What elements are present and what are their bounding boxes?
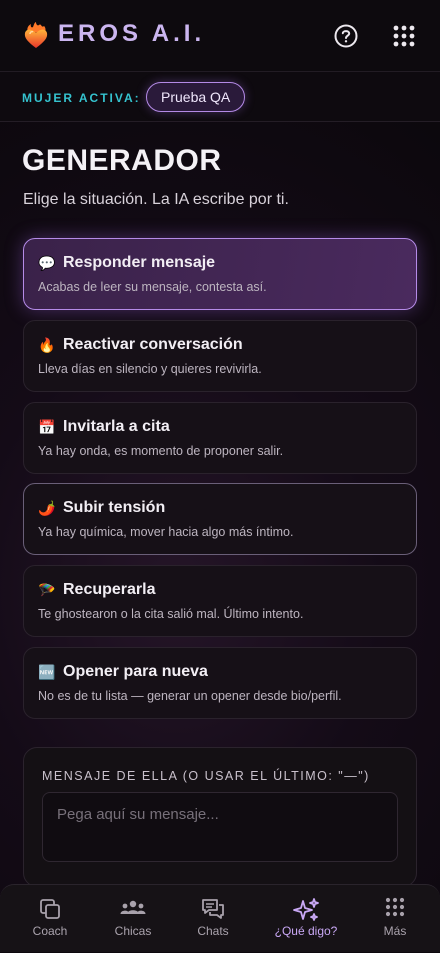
situation-title: Opener para nueva — [63, 663, 208, 680]
page-subtitle: Elige la situación. La IA escribe por ti… — [23, 191, 289, 208]
chili-pepper-icon: 🌶️ — [38, 500, 56, 516]
fire-icon: 🔥 — [38, 337, 56, 353]
active-woman-bar: MUJER ACTIVA: Prueba QA — [0, 72, 440, 122]
her-message-input[interactable] — [42, 792, 398, 862]
more-grid-icon — [385, 897, 405, 917]
app-title: EROS A.I. — [58, 20, 206, 47]
situation-description: Ya hay onda, es momento de proponer sali… — [38, 444, 284, 458]
nav-label: Chicas — [114, 924, 152, 938]
nav-chats[interactable]: Chats — [173, 885, 253, 953]
situation-description: Te ghostearon o la cita salió mal. Últim… — [38, 607, 304, 621]
nav-coach[interactable]: Coach — [10, 885, 90, 953]
apps-grid-icon[interactable] — [393, 25, 415, 47]
bottom-nav: Coach Chicas Chats ¿Qué digo? Más — [0, 884, 440, 952]
sparkles-icon — [293, 898, 319, 921]
situation-card-recuperarla[interactable]: 🪂 Recuperarla Te ghostearon o la cita sa… — [23, 565, 417, 637]
her-message-panel: MENSAJE DE ELLA (O USAR EL ÚLTIMO: "—") — [23, 747, 417, 887]
nav-label: ¿Qué digo? — [274, 924, 338, 938]
coach-icon — [40, 899, 60, 919]
situation-description: Lleva días en silencio y quieres revivir… — [38, 362, 262, 376]
situation-title: Reactivar conversación — [63, 336, 243, 353]
page-title: GENERADOR — [22, 144, 222, 177]
situation-card-opener[interactable]: 🆕 Opener para nueva No es de tu lista — … — [23, 647, 417, 719]
situation-card-responder[interactable]: 💬 Responder mensaje Acabas de leer su me… — [23, 238, 417, 310]
situation-description: No es de tu lista — generar un opener de… — [38, 689, 342, 703]
situation-title: Responder mensaje — [63, 254, 216, 271]
chat-icon — [202, 899, 224, 919]
active-woman-chip[interactable]: Prueba QA — [146, 82, 246, 112]
help-circle-icon[interactable] — [333, 23, 359, 49]
app-header: EROS A.I. — [0, 0, 440, 72]
parachute-icon: 🪂 — [38, 582, 56, 598]
nav-que-digo[interactable]: ¿Qué digo? — [266, 885, 346, 953]
situation-title: Subir tensión — [63, 499, 166, 516]
flaming-heart-logo-icon — [24, 22, 48, 48]
new-badge-icon: 🆕 — [38, 664, 56, 680]
people-icon — [120, 900, 146, 914]
nav-mas[interactable]: Más — [355, 885, 435, 953]
active-woman-label: MUJER ACTIVA: — [22, 91, 141, 105]
nav-label: Coach — [32, 924, 68, 938]
situation-card-subir-tension[interactable]: 🌶️ Subir tensión Ya hay química, mover h… — [23, 483, 417, 555]
situation-title: Invitarla a cita — [63, 418, 170, 435]
situation-card-reactivar[interactable]: 🔥 Reactivar conversación Lleva días en s… — [23, 320, 417, 392]
nav-label: Chats — [197, 924, 229, 938]
nav-label: Más — [383, 924, 407, 938]
nav-chicas[interactable]: Chicas — [93, 885, 173, 953]
situation-card-invitar[interactable]: 📅 Invitarla a cita Ya hay onda, es momen… — [23, 402, 417, 474]
speech-bubble-icon: 💬 — [38, 255, 56, 271]
her-message-label: MENSAJE DE ELLA (O USAR EL ÚLTIMO: "—") — [42, 769, 370, 783]
situation-description: Acabas de leer su mensaje, contesta así. — [38, 280, 267, 294]
situation-description: Ya hay química, mover hacia algo más ínt… — [38, 525, 294, 539]
situation-title: Recuperarla — [63, 581, 156, 598]
calendar-icon: 📅 — [38, 419, 56, 435]
